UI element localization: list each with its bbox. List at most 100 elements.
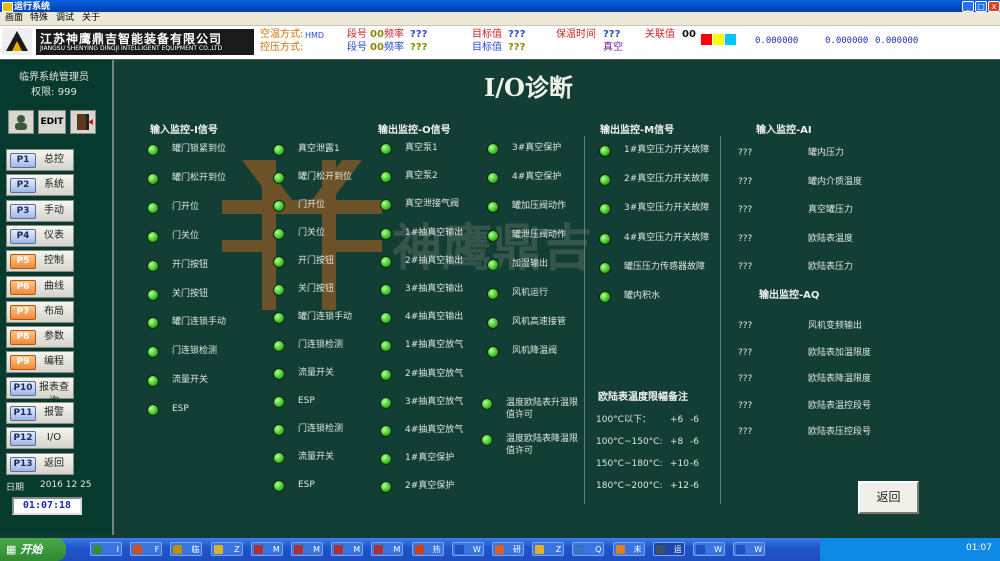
nav-label: 返回 [44, 457, 64, 469]
return-button[interactable]: 返回 [858, 481, 919, 514]
status-led [487, 230, 499, 242]
nav-button-p8[interactable]: P8 参数 [6, 326, 74, 349]
signal-label: 罐门连锁手动 [298, 312, 353, 322]
nav-button-p5[interactable]: P5 控制 [6, 250, 74, 273]
taskbar-item[interactable]: 未 [612, 542, 645, 556]
app-icon [495, 545, 504, 554]
signal-label: 流量开关 [298, 368, 335, 378]
nav-label: 系统 [44, 179, 64, 191]
vacuum-label: 真空 [603, 42, 623, 53]
ai-value: ??? [738, 176, 753, 187]
red-swatch [701, 34, 712, 45]
taskbar-item[interactable]: M [291, 542, 323, 556]
start-button[interactable]: ▦ 开始 [0, 538, 66, 561]
signal-label: 风机降温阀 [512, 346, 558, 356]
taskbar-item[interactable]: Q [572, 542, 605, 556]
close-icon[interactable]: x [988, 1, 1000, 12]
aq-label: 欧陆表降温限度 [808, 374, 872, 384]
taskbar-item[interactable]: I [90, 542, 122, 556]
taskbar-item[interactable]: Z [210, 542, 243, 556]
nav-button-p2[interactable]: P2 系统 [6, 174, 74, 197]
taskbar-item[interactable]: 运 [652, 542, 685, 556]
signal-label: 真空泄露1 [298, 144, 340, 154]
nav-code: P3 [10, 203, 36, 219]
status-led [481, 434, 493, 446]
nav-button-p9[interactable]: P9 编程 [6, 351, 74, 374]
nav-code: P5 [10, 254, 36, 270]
app-icon [133, 545, 143, 554]
taskbar-item[interactable]: Z [532, 542, 565, 556]
signal-label: 1#抽真空放气 [405, 340, 464, 351]
nav-button-p13[interactable]: P13 返回 [6, 452, 74, 475]
edit-button[interactable]: EDIT [38, 110, 66, 134]
nav-button-p10[interactable]: P10报表查询 [6, 376, 74, 407]
nav-label: 曲线 [44, 280, 64, 292]
taskbar-item[interactable]: 热 [411, 542, 444, 556]
nav-label: I/O [46, 432, 62, 444]
app-icon [2, 2, 13, 12]
taskbar-item[interactable]: W [693, 542, 725, 556]
status-color-swatches [701, 34, 741, 45]
signal-label: 关门按钮 [298, 284, 335, 294]
status-led [487, 346, 499, 358]
coord-2: 0.000000 [825, 36, 869, 46]
date-label: 日期 [6, 483, 25, 493]
logout-button[interactable] [70, 110, 96, 134]
signal-label: 开门按钮 [298, 256, 335, 266]
minimize-icon[interactable]: _ [962, 1, 974, 12]
table-upper: +10 [670, 459, 689, 469]
nav-button-p11[interactable]: P11 报警 [6, 402, 74, 424]
user-login-button[interactable] [8, 110, 34, 134]
signal-label: 罐加压阀动作 [512, 201, 567, 211]
status-led [273, 144, 285, 156]
nav-button-p6[interactable]: P6 曲线 [6, 275, 74, 298]
status-led [147, 201, 159, 214]
target2-value: ??? [508, 42, 526, 53]
aq-label: 欧陆表压控段号 [808, 427, 872, 437]
menu-special[interactable]: 特殊 [30, 12, 48, 25]
signal-label: 3#真空保护 [512, 143, 562, 153]
taskbar-item[interactable]: W [451, 542, 484, 556]
maximize-icon[interactable]: □ [975, 1, 987, 12]
status-led [273, 284, 285, 296]
coordinate-readout: 0.000000 0.000000 0.000000 [755, 36, 1000, 48]
taskbar-item[interactable]: M [331, 542, 364, 556]
taskbar-item[interactable]: M [371, 542, 404, 556]
taskbar-item[interactable]: W [733, 542, 766, 556]
taskbar-item-label: M [313, 545, 320, 554]
signal-label: 门开位 [172, 201, 200, 212]
nav-label: 参数 [44, 331, 64, 343]
signal-label: 4#抽真空放气 [405, 425, 464, 435]
app-icon [736, 545, 746, 554]
status-led [273, 424, 285, 436]
nav-button-p12[interactable]: P12 I/O [6, 427, 74, 450]
nav-button-p7[interactable]: P7 布局 [6, 300, 74, 323]
nav-code: P12 [10, 431, 36, 447]
taskbar-item[interactable]: 研 [492, 542, 524, 556]
status-led [273, 256, 285, 268]
nav-button-p4[interactable]: P4 仪表 [6, 224, 74, 247]
menu-screen[interactable]: 画面 [5, 12, 23, 25]
taskbar-item[interactable]: F [130, 542, 163, 556]
taskbar-item[interactable]: M [250, 542, 283, 556]
user-role: 临界系统管理员 [19, 72, 89, 83]
signal-label: 门连锁检测 [172, 346, 218, 357]
nav-button-p1[interactable]: P1 总控 [6, 149, 74, 171]
mode2-label: 控压方式: [260, 42, 304, 53]
menu-about[interactable]: 关于 [82, 12, 100, 25]
taskbar-item-label: 热 [432, 545, 441, 554]
menu-debug[interactable]: 调试 [56, 12, 74, 25]
status-led [273, 172, 285, 184]
app-icon [294, 545, 303, 554]
nav-button-p3[interactable]: P3 手动 [6, 199, 74, 222]
app-icon [173, 545, 183, 554]
nav-code: P6 [10, 279, 36, 295]
rate2-value: ??? [410, 42, 428, 53]
taskbar-item-label: 研 [513, 545, 521, 554]
table-upper: +12 [670, 481, 689, 491]
section-output-o: 输出监控-O信号 [378, 125, 451, 136]
status-led [273, 452, 285, 464]
taskbar-item[interactable]: 临 [170, 542, 203, 556]
table-lower: -6 [690, 415, 699, 425]
status-led [487, 259, 499, 271]
